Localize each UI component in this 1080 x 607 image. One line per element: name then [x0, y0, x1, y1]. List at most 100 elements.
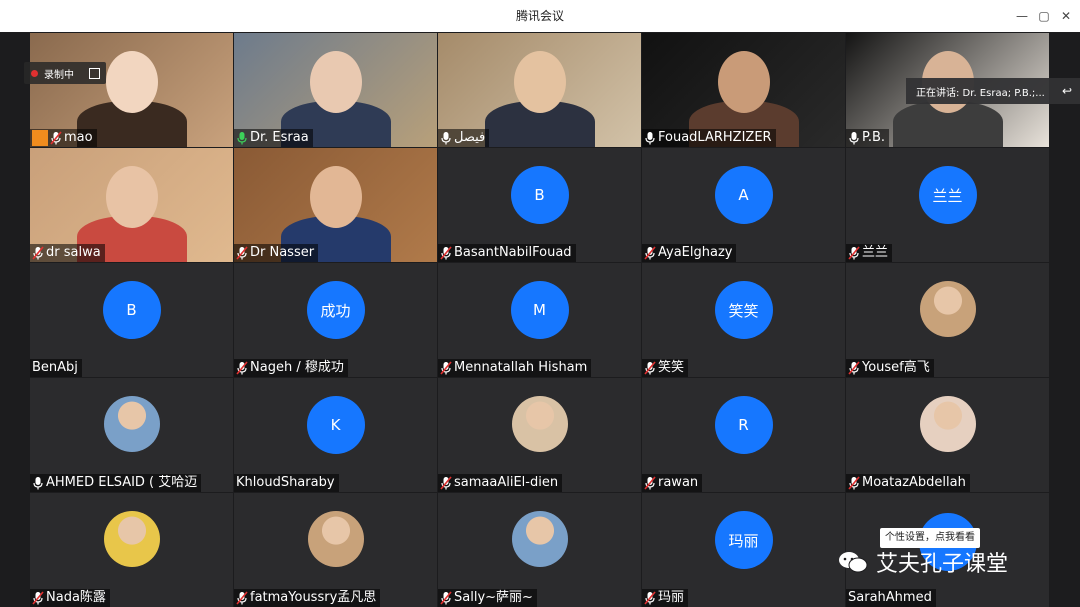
participant-tile[interactable]: B BenAbj — [30, 263, 233, 377]
participant-photo — [511, 511, 568, 567]
mic-muted-icon — [644, 476, 656, 490]
participant-tile[interactable]: fatmaYoussry孟凡思 — [234, 493, 437, 607]
host-icon — [32, 130, 48, 146]
participant-tile[interactable]: M Mennatallah Hisham — [438, 263, 641, 377]
participant-name: Mennatallah Hisham — [454, 360, 588, 375]
participant-name: BenAbj — [32, 360, 78, 375]
participant-tile[interactable]: K KhloudSharaby — [234, 378, 437, 492]
custom-settings-tooltip[interactable]: 个性设置，点我看看 — [880, 528, 980, 548]
mic-muted-icon — [236, 361, 248, 375]
participant-name: فيصل — [454, 130, 486, 145]
participant-name-tag: FouadLARHZIZER — [642, 129, 776, 147]
stop-record-icon[interactable] — [89, 67, 100, 79]
mic-icon — [441, 132, 451, 145]
participant-tile[interactable]: B BasantNabilFouad — [438, 148, 641, 262]
participant-avatar: M — [510, 281, 569, 339]
participant-name: FouadLARHZIZER — [658, 130, 772, 145]
participant-photo — [307, 511, 364, 567]
participant-photo — [511, 396, 568, 452]
participant-photo — [103, 396, 160, 452]
participant-name-tag: samaaAliEl-dien — [438, 474, 563, 492]
participant-tile[interactable]: 成功 Nageh / 穆成功 — [234, 263, 437, 377]
participant-name: SarahAhmed — [848, 590, 932, 605]
participant-name: mao — [64, 130, 93, 145]
participant-avatar: R — [714, 396, 773, 454]
wechat-icon — [839, 552, 868, 573]
participant-name-tag: mao — [30, 129, 97, 147]
participant-name: AHMED ELSAID ( 艾哈迈 — [46, 475, 198, 490]
participant-tile[interactable]: A AyaElghazy — [642, 148, 845, 262]
restore-button[interactable]: ▢ — [1036, 8, 1052, 24]
mic-muted-icon — [32, 591, 44, 605]
participant-tile[interactable]: Dr Nasser — [234, 148, 437, 262]
participant-tile[interactable]: MoatazAbdellah — [846, 378, 1049, 492]
participant-name-tag: P.B. — [846, 129, 889, 147]
participant-name: Nada陈露 — [46, 590, 106, 605]
participant-avatar: 笑笑 — [714, 281, 773, 339]
mic-muted-icon — [236, 591, 248, 605]
mic-icon — [237, 132, 247, 145]
participant-photo — [919, 396, 976, 452]
recording-label: 录制中 — [44, 69, 74, 81]
participant-tile[interactable]: samaaAliEl-dien — [438, 378, 641, 492]
video-stage: mao Dr. Esraa فيصل FouadLARHZIZER P.B. dr sal… — [0, 32, 1080, 607]
mic-muted-icon — [848, 361, 860, 375]
participant-tile[interactable]: فيصل — [438, 33, 641, 147]
participant-name-tag: AHMED ELSAID ( 艾哈迈 — [30, 474, 202, 492]
undo-arrow-icon[interactable]: ↩ — [1062, 84, 1072, 98]
participant-name: fatmaYoussry孟凡思 — [250, 590, 377, 605]
participant-name-tag: Dr. Esraa — [234, 129, 313, 147]
title-bar: 腾讯会议 — ▢ ✕ — [0, 0, 1080, 32]
participant-name: rawan — [658, 475, 699, 490]
participant-photo — [103, 511, 160, 567]
participant-tile[interactable]: Rrawan — [642, 378, 845, 492]
watermark-label: 艾夫孔子课堂 — [876, 552, 1009, 577]
mic-muted-icon — [32, 246, 44, 260]
mic-muted-icon — [644, 591, 656, 605]
participant-name: Nageh / 穆成功 — [250, 360, 344, 375]
participant-avatar: B — [102, 281, 161, 339]
mic-muted-icon — [440, 246, 452, 260]
participant-avatar: 玛丽 — [714, 511, 773, 569]
participant-name-tag: fatmaYoussry孟凡思 — [234, 589, 381, 607]
participant-tile[interactable]: AHMED ELSAID ( 艾哈迈 — [30, 378, 233, 492]
participant-tile[interactable]: 兰兰 兰兰 — [846, 148, 1049, 262]
participant-avatar: 兰兰 — [918, 166, 977, 224]
participant-name-tag: Sally~萨丽~ — [438, 589, 537, 607]
mic-muted-icon — [50, 131, 62, 145]
participant-tile[interactable]: mao — [30, 33, 233, 147]
participant-tile[interactable]: Dr. Esraa — [234, 33, 437, 147]
participant-grid: mao Dr. Esraa فيصل FouadLARHZIZER P.B. dr sal… — [30, 33, 1049, 607]
participant-tile[interactable]: 笑笑 笑笑 — [642, 263, 845, 377]
participant-avatar: B — [510, 166, 569, 224]
participant-tile[interactable]: Yousef高飞 — [846, 263, 1049, 377]
participant-name: 笑笑 — [658, 360, 685, 375]
participant-avatar: 成功 — [306, 281, 365, 339]
mic-muted-icon — [848, 246, 860, 260]
participant-name-tag: Nageh / 穆成功 — [234, 359, 348, 377]
participant-tile[interactable]: Sally~萨丽~ — [438, 493, 641, 607]
recording-indicator[interactable]: 录制中 — [24, 62, 106, 84]
participant-name-tag: BasantNabilFouad — [438, 244, 576, 262]
close-button[interactable]: ✕ — [1058, 8, 1074, 24]
minimize-button[interactable]: — — [1014, 8, 1030, 24]
speaking-indicator: 正在讲话: Dr. Esraa; P.B.;... ↩ — [906, 78, 1080, 104]
participant-name-tag: MoatazAbdellah — [846, 474, 970, 492]
mic-icon — [33, 477, 43, 490]
participant-name-tag: KhloudSharaby — [234, 474, 339, 492]
mic-muted-icon — [440, 361, 452, 375]
participant-name-tag: 兰兰 — [846, 244, 893, 262]
participant-tile[interactable]: Nada陈露 — [30, 493, 233, 607]
participant-tile[interactable]: FouadLARHZIZER — [642, 33, 845, 147]
participant-tile[interactable]: 玛丽 玛丽 — [642, 493, 845, 607]
participant-tile[interactable]: dr salwa — [30, 148, 233, 262]
participant-name: BasantNabilFouad — [454, 245, 572, 260]
participant-name: dr salwa — [46, 245, 101, 260]
participant-name: Dr. Esraa — [250, 130, 309, 145]
participant-name-tag: SarahAhmed — [846, 589, 936, 607]
participant-name: KhloudSharaby — [236, 475, 335, 490]
participant-avatar: A — [714, 166, 773, 224]
participant-photo — [919, 281, 976, 337]
participant-name: MoatazAbdellah — [862, 475, 966, 490]
participant-name: AyaElghazy — [658, 245, 733, 260]
